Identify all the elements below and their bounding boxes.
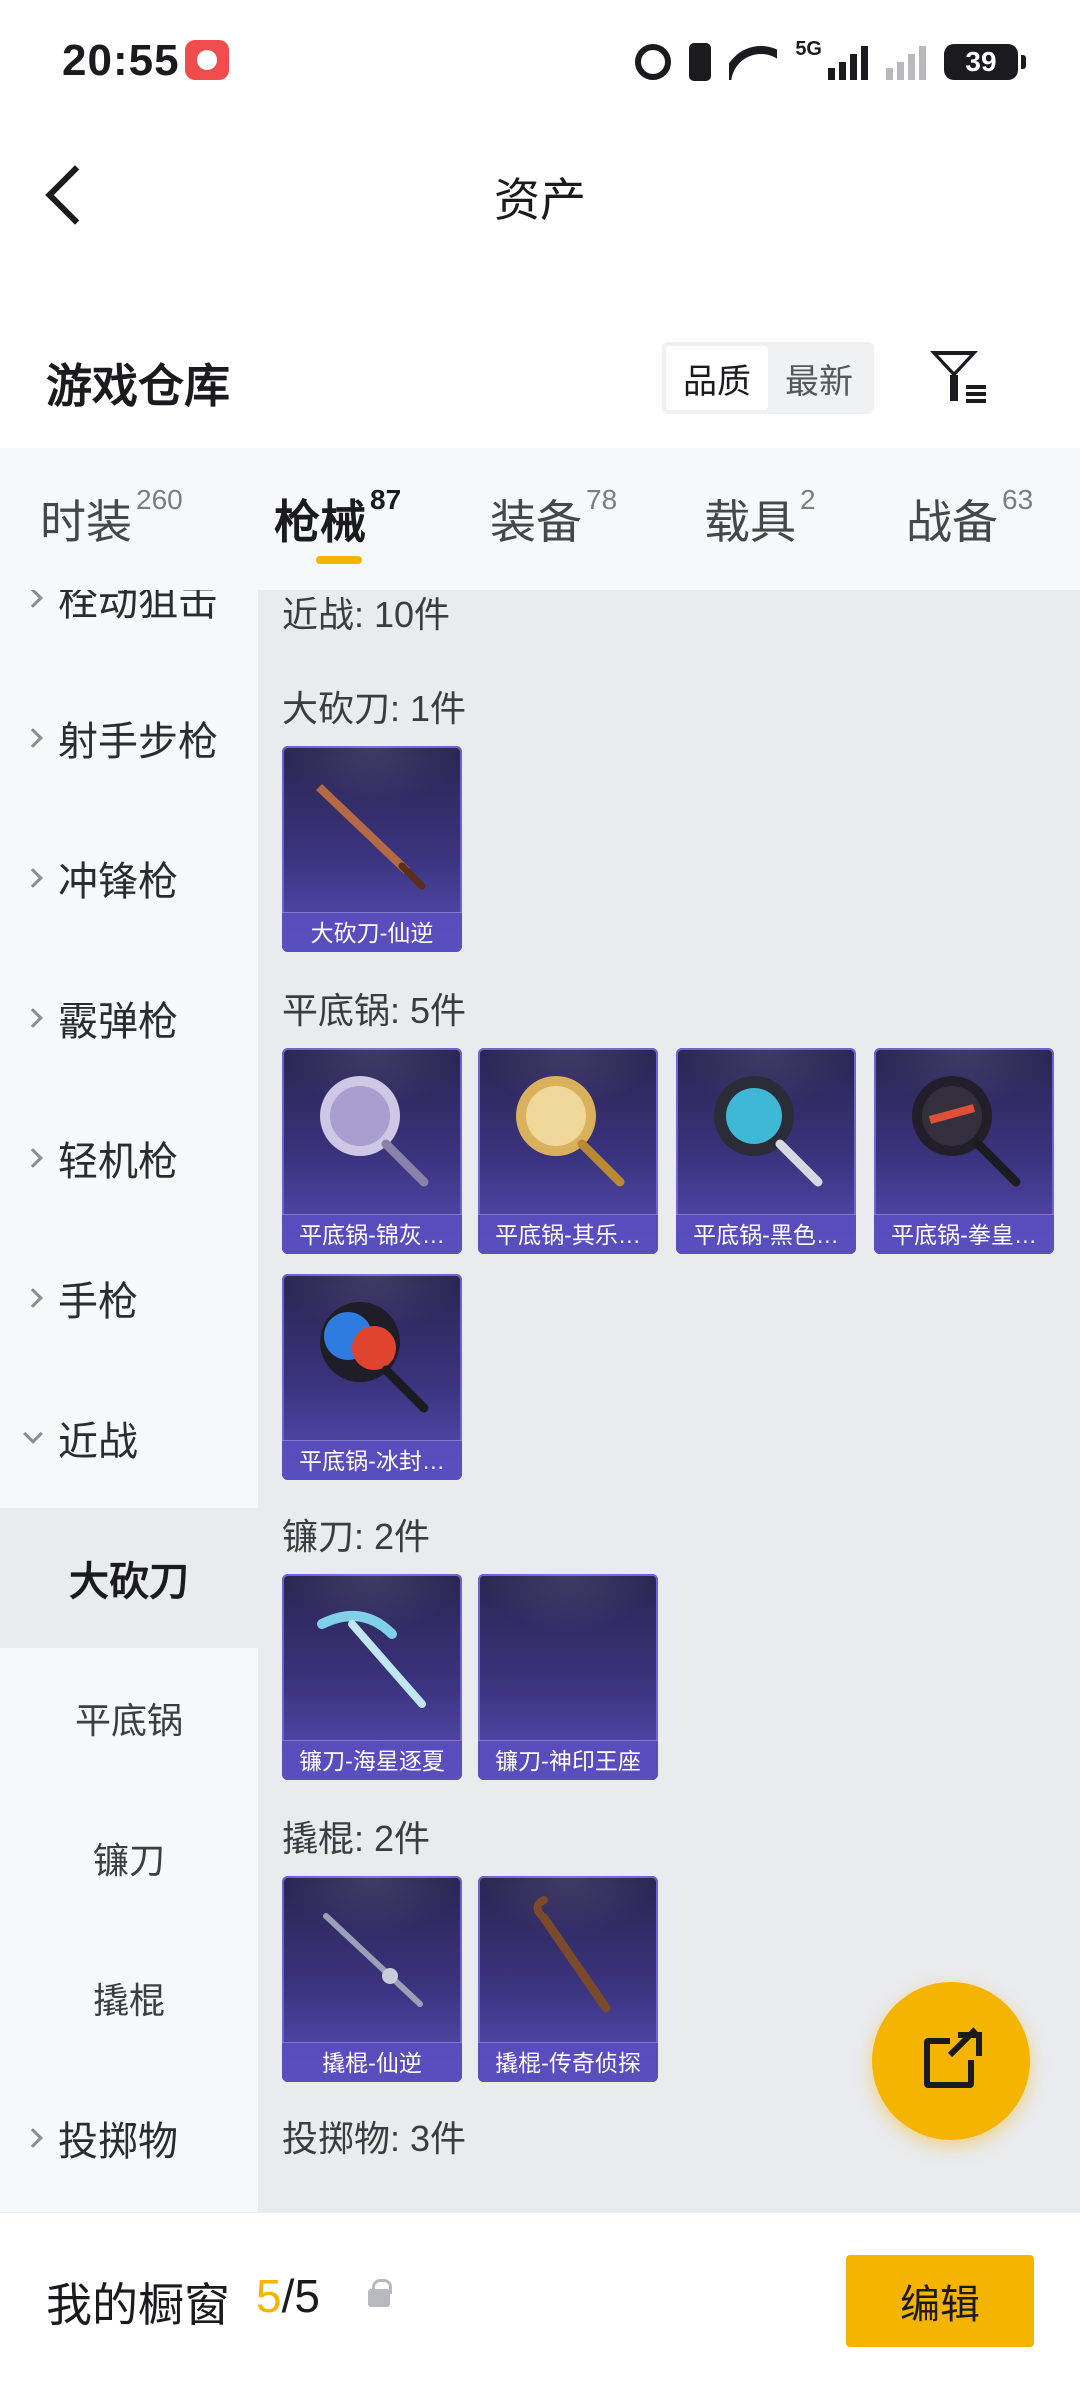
vibrate-icon	[689, 43, 712, 81]
sort-latest-button[interactable]: 最新	[768, 346, 870, 410]
category-sidebar: 栓动狙击 射手步枪 冲锋枪 霰弹枪 轻机枪 手枪 近战 大砍刀 平底锅 镰刀 撬…	[0, 590, 258, 2212]
share-button[interactable]	[872, 1982, 1030, 2140]
chevron-right-icon	[23, 728, 43, 748]
item-card-caption: 镰刀-神印王座	[478, 1740, 658, 1780]
signal-icon	[828, 44, 868, 80]
pan-art	[320, 1076, 429, 1187]
item-card-caption: 撬棍-传奇侦探	[478, 2042, 658, 2082]
chevron-right-icon	[23, 1288, 43, 1308]
item-card[interactable]: 大砍刀-仙逆	[282, 746, 462, 952]
item-card-caption: 平底锅-其乐…	[478, 1214, 658, 1254]
chevron-down-icon	[23, 1424, 43, 1444]
pan-art	[714, 1076, 823, 1187]
tab-supplies[interactable]: 战备 63	[906, 484, 1033, 552]
crowbar-art	[533, 1896, 611, 2013]
pan-art	[516, 1076, 625, 1187]
section-label-sickle: 镰刀: 2件	[282, 1516, 431, 1557]
status-time: 20:55	[62, 36, 180, 85]
sidebar-item-smg[interactable]: 冲锋枪	[0, 808, 258, 948]
item-card[interactable]: 平底锅-拳皇…	[874, 1048, 1054, 1254]
item-card[interactable]: 平底锅-其乐…	[478, 1048, 658, 1254]
chevron-right-icon	[23, 1148, 43, 1168]
showcase-count: 5/5	[256, 2270, 320, 2322]
section-label-crowbar: 撬棍: 2件	[282, 1818, 431, 1859]
header: 资产	[0, 120, 1080, 260]
sickle-art	[317, 1611, 426, 1708]
crowbar-art	[323, 1913, 423, 2007]
item-card-caption: 平底锅-冰封…	[282, 1440, 462, 1480]
sidebar-item-melee[interactable]: 近战	[0, 1368, 258, 1508]
item-card[interactable]: 平底锅-黑色…	[676, 1048, 856, 1254]
item-card-caption: 镰刀-海星逐夏	[282, 1740, 462, 1780]
item-card-caption: 大砍刀-仙逆	[282, 912, 462, 952]
sidebar-sub-machete[interactable]: 大砍刀	[0, 1508, 258, 1648]
sort-toggle: 品质 最新	[662, 342, 874, 414]
item-card[interactable]: 平底锅-锦灰…	[282, 1048, 462, 1254]
item-card-caption: 撬棍-仙逆	[282, 2042, 462, 2082]
sidebar-sub-sickle[interactable]: 镰刀	[0, 1788, 258, 1928]
page-title: 资产	[494, 174, 586, 226]
sidebar-item-shotgun[interactable]: 霰弹枪	[0, 948, 258, 1088]
item-card[interactable]: 平底锅-冰封…	[282, 1274, 462, 1480]
showcase-label: 我的橱窗	[46, 2279, 230, 2331]
item-card[interactable]: 镰刀-神印王座	[478, 1574, 658, 1780]
chevron-right-icon	[23, 2128, 43, 2148]
sidebar-item-lmg[interactable]: 轻机枪	[0, 1088, 258, 1228]
tab-fashion[interactable]: 时装 260	[40, 484, 183, 552]
item-card[interactable]: 镰刀-海星逐夏	[282, 1574, 462, 1780]
active-tab-indicator	[316, 556, 362, 564]
chevron-right-icon	[23, 590, 43, 608]
lock-icon	[368, 2279, 392, 2307]
chevron-right-icon	[23, 1008, 43, 1028]
item-card-caption: 平底锅-锦灰…	[282, 1214, 462, 1254]
pan-art	[912, 1076, 1021, 1187]
sidebar-sub-crowbar[interactable]: 撬棍	[0, 1928, 258, 2068]
tab-firearms[interactable]: 枪械 87	[274, 484, 401, 552]
sidebar-item-pistol[interactable]: 手枪	[0, 1228, 258, 1368]
wifi-icon	[729, 44, 777, 80]
machete-art	[316, 784, 426, 890]
tab-equipment[interactable]: 装备 78	[490, 484, 617, 552]
pan-art	[320, 1302, 429, 1413]
item-list: 近战: 10件 大砍刀: 1件 大砍刀-仙逆 平底锅: 5件 平底锅-锦灰… 平…	[258, 590, 1080, 2212]
edit-button[interactable]: 编辑	[846, 2255, 1034, 2347]
chevron-right-icon	[23, 868, 43, 888]
item-card[interactable]: 撬棍-仙逆	[282, 1876, 462, 2082]
item-card-caption: 平底锅-拳皇…	[874, 1214, 1054, 1254]
section-label-machete: 大砍刀: 1件	[282, 688, 467, 729]
signal-2-icon	[886, 44, 926, 80]
sidebar-item-bolt-sniper[interactable]: 栓动狙击	[0, 590, 258, 668]
sidebar-item-marksman[interactable]: 射手步枪	[0, 668, 258, 808]
status-icons: 5G 39	[635, 38, 1026, 86]
item-card-caption: 平底锅-黑色…	[676, 1214, 856, 1254]
warehouse-title: 游戏仓库	[46, 360, 230, 412]
network-type: 5G	[795, 38, 822, 60]
section-label-throwables: 投掷物: 3件	[282, 2118, 467, 2159]
alarm-icon	[635, 44, 672, 80]
section-label-pan: 平底锅: 5件	[282, 990, 467, 1031]
app-notification-icon	[185, 40, 229, 80]
status-bar: 20:55 5G 39	[0, 0, 1080, 120]
item-card[interactable]: 撬棍-传奇侦探	[478, 1876, 658, 2082]
tab-vehicles[interactable]: 载具 2	[704, 484, 816, 552]
section-label-frag: 破片手榴弹: 2件	[282, 2202, 538, 2212]
sidebar-item-throwables[interactable]: 投掷物	[0, 2068, 258, 2208]
category-tabs: 时装 260 枪械 87 装备 78 载具 2 战备 63	[0, 448, 1080, 590]
section-label-melee: 近战: 10件	[282, 594, 451, 635]
battery-icon: 39	[944, 44, 1026, 80]
filter-button[interactable]	[924, 345, 990, 411]
sidebar-sub-pan[interactable]: 平底锅	[0, 1648, 258, 1788]
sort-quality-button[interactable]: 品质	[666, 346, 768, 410]
bottom-bar: 我的橱窗 5/5 编辑	[0, 2212, 1080, 2382]
